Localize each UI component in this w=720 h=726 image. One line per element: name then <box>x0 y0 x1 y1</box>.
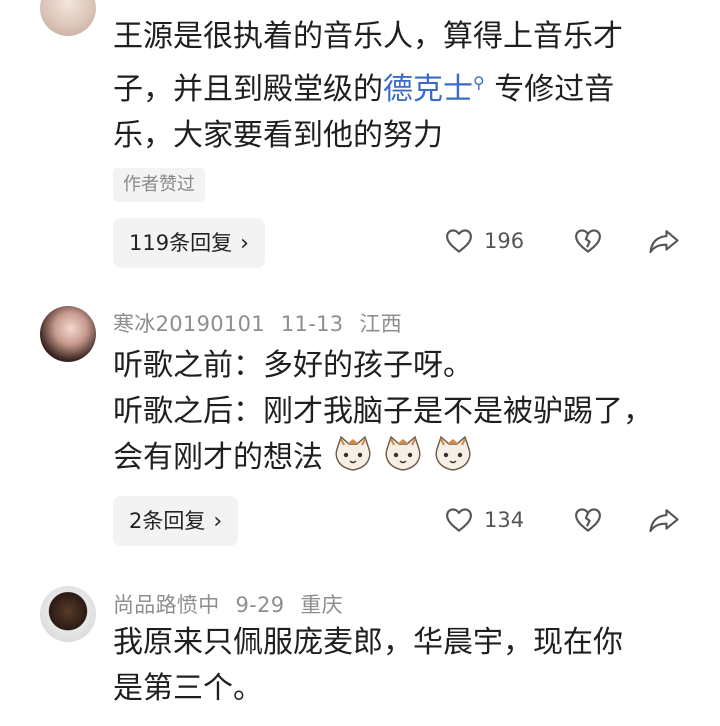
view-replies-button[interactable]: 2条回复 › <box>113 496 239 546</box>
avatar[interactable] <box>40 586 96 642</box>
cat-face-emoji <box>335 435 370 471</box>
comment-line: 王源是很执着的音乐人，算得上音乐才 <box>113 19 623 54</box>
view-replies-button[interactable]: 119条回复 › <box>113 218 265 268</box>
comment-date: 9-29 <box>235 593 285 617</box>
broken-heart-icon <box>575 229 601 253</box>
share-button[interactable] <box>648 226 680 256</box>
like-count: 196 <box>484 229 525 253</box>
username[interactable]: 尚品路愤中 <box>113 593 220 617</box>
comment-line: 我原来只佩服庞麦郎，华晨宇，现在你 <box>113 625 623 660</box>
like-button[interactable]: 196 <box>444 226 524 256</box>
heart-outline-icon <box>446 508 472 532</box>
like-count: 134 <box>484 508 525 532</box>
comment-meta: 寒冰20190101 11-13 江西 <box>113 308 418 338</box>
comment-line: 子，并且到殿堂级的德克士⚲ 专修过音 <box>113 72 615 107</box>
broken-heart-icon <box>575 508 601 532</box>
heart-outline-icon <box>446 229 472 253</box>
comment-line: 听歌之后：刚才我脑子是不是被驴踢了， <box>113 394 653 429</box>
comment-line: 听歌之前：多好的孩子呀。 <box>113 348 473 383</box>
comment-line: 乐，大家要看到他的努力 <box>113 118 443 153</box>
cat-face-emoji <box>435 435 470 471</box>
comment-line: 是第三个。 <box>113 671 263 706</box>
share-arrow-icon <box>649 509 679 533</box>
comment-location: 重庆 <box>300 593 343 617</box>
share-button[interactable] <box>648 505 680 535</box>
author-liked-badge: 作者赞过 <box>113 168 205 202</box>
dislike-button[interactable] <box>573 226 603 256</box>
username[interactable]: 寒冰20190101 <box>113 312 265 336</box>
avatar[interactable] <box>40 306 96 362</box>
comment-line: 会有刚才的想法 <box>113 435 693 481</box>
search-icon: ⚲ <box>473 73 485 92</box>
keyword-link[interactable]: 德克士⚲ <box>383 72 485 107</box>
comment-meta: 尚品路愤中 9-29 重庆 <box>113 589 359 619</box>
comment-location: 江西 <box>359 312 403 336</box>
comment-text: 听歌之前：多好的孩子呀。 听歌之后：刚才我脑子是不是被驴踢了， 会有刚才的想法 <box>113 343 693 481</box>
avatar[interactable] <box>40 0 96 36</box>
cat-face-emoji <box>385 435 420 471</box>
chevron-right-icon: › <box>240 231 249 256</box>
comment-date: 11-13 <box>280 312 344 336</box>
share-arrow-icon <box>649 230 679 254</box>
comment-text: 我原来只佩服庞麦郎，华晨宇，现在你 是第三个。 <box>113 620 693 712</box>
comment-text: 王源是很执着的音乐人，算得上音乐才 子，并且到殿堂级的德克士⚲ 专修过音 乐，大… <box>113 14 693 159</box>
dislike-button[interactable] <box>573 505 603 535</box>
like-button[interactable]: 134 <box>444 505 524 535</box>
chevron-right-icon: › <box>213 509 223 534</box>
